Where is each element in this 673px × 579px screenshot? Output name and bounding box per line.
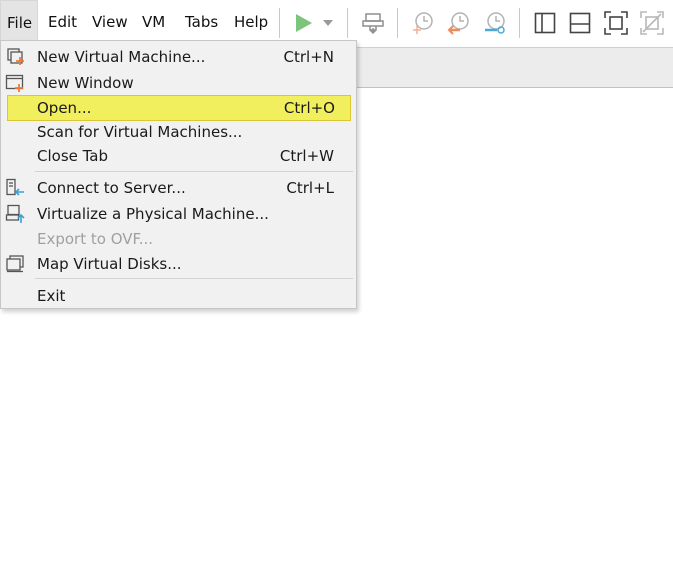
menu-item-shortcut: Ctrl+O [283,99,335,117]
menu-item-label: Export to OVF... [37,230,154,248]
menu-item-new-window[interactable]: New Window [1,71,356,95]
connect-server-icon [5,178,25,198]
map-disks-icon [5,254,25,274]
menu-item-label: Virtualize a Physical Machine... [37,205,269,223]
menu-tabs[interactable]: Tabs [179,0,224,40]
show-thumbnail-bar-icon[interactable] [566,9,594,37]
menu-item-label: Open... [37,99,92,117]
take-snapshot-icon[interactable] [409,9,437,37]
menu-edit[interactable]: Edit [42,0,83,40]
menu-item-scan-for-virtual-machines[interactable]: Scan for Virtual Machines... [1,120,356,144]
menu-item-label: Exit [37,287,66,305]
send-ctrl-alt-del-icon[interactable] [359,9,387,37]
menu-item-label: Close Tab [37,147,109,165]
unity-icon[interactable] [638,9,666,37]
menu-view[interactable]: View [86,0,134,40]
toolbar-separator [397,8,398,38]
menu-item-label: Scan for Virtual Machines... [37,123,243,141]
virtualize-physical-icon [5,204,25,224]
menu-item-connect-to-server[interactable]: Connect to Server... Ctrl+L [1,176,356,200]
menu-item-label: New Virtual Machine... [37,48,206,66]
revert-snapshot-icon[interactable] [445,9,473,37]
menu-vm[interactable]: VM [136,0,171,40]
new-vm-icon [5,47,25,67]
menu-item-export-to-ovf: Export to OVF... [1,227,356,251]
file-menu-dropdown: New Virtual Machine... Ctrl+N New Window… [0,40,357,309]
menu-separator [35,278,353,279]
menu-item-label: Connect to Server... [37,179,186,197]
toolbar-separator [279,8,280,38]
menu-item-shortcut: Ctrl+N [283,48,334,66]
menu-file[interactable]: File [0,0,38,40]
menu-item-label: New Window [37,74,134,92]
power-on-icon[interactable] [289,9,317,37]
new-window-icon [5,73,25,93]
menu-item-exit[interactable]: Exit [1,284,356,308]
full-screen-icon[interactable] [602,9,630,37]
menu-item-shortcut: Ctrl+L [286,179,334,197]
show-library-icon[interactable] [531,9,559,37]
manage-snapshots-icon[interactable] [481,9,509,37]
menu-item-map-virtual-disks[interactable]: Map Virtual Disks... [1,252,356,276]
menu-item-shortcut: Ctrl+W [279,147,334,165]
menu-separator [35,171,353,172]
menu-item-label: Map Virtual Disks... [37,255,182,273]
toolbar-separator [347,8,348,38]
dropdown-arrow-icon[interactable] [317,9,339,37]
menu-item-virtualize-physical-machine[interactable]: Virtualize a Physical Machine... [1,202,356,226]
menu-help[interactable]: Help [228,0,274,40]
menu-item-open[interactable]: Open... Ctrl+O [7,95,351,121]
menu-item-new-virtual-machine[interactable]: New Virtual Machine... Ctrl+N [1,45,356,69]
toolbar-separator [519,8,520,38]
menu-item-close-tab[interactable]: Close Tab Ctrl+W [1,144,356,168]
tab-strip [356,47,673,88]
